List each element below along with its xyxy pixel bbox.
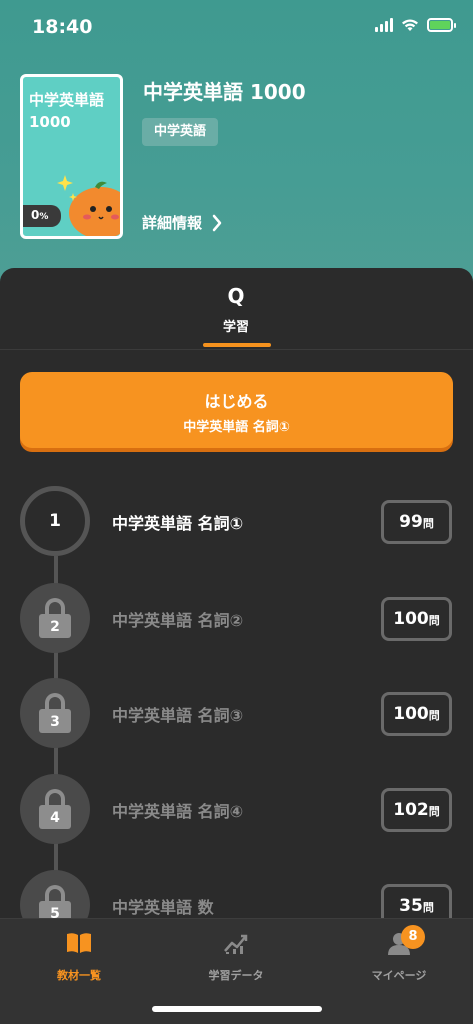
- orange-mascot-icon: [57, 175, 120, 236]
- lesson-title: 中学英単語 名詞③: [112, 706, 244, 725]
- lesson-node-locked: 4: [20, 774, 90, 844]
- cover-title: 中学英単語: [29, 91, 105, 109]
- progress-badge: 0%: [23, 205, 61, 227]
- detail-link-label: 詳細情報: [142, 214, 203, 232]
- wifi-icon: [402, 19, 418, 31]
- question-count: 100問: [381, 597, 452, 641]
- nav-label: 教材一覧: [57, 969, 101, 982]
- status-time: 18:40: [32, 16, 93, 38]
- detail-link[interactable]: 詳細情報: [142, 212, 222, 233]
- question-count: 99問: [381, 500, 452, 544]
- lesson-item-2[interactable]: 2 中学英単語 名詞② 100問: [0, 583, 473, 653]
- question-count: 102問: [381, 788, 452, 832]
- lesson-item-3[interactable]: 3 中学英単語 名詞③ 100問: [0, 678, 473, 748]
- tab-study[interactable]: Q 学習: [186, 284, 286, 350]
- lock-icon: 3: [39, 693, 71, 733]
- nav-item-mypage[interactable]: 8 マイページ: [339, 925, 459, 983]
- start-button-sublabel: 中学英単語 名詞①: [183, 420, 290, 435]
- tab-underline: [203, 343, 271, 347]
- book-title: 中学英単語 1000: [143, 80, 306, 104]
- notification-badge: 8: [401, 925, 425, 949]
- book-header: 18:40 中学英単語 1000 0% 中学英単語 1000 中学英語 詳細情報: [0, 0, 473, 300]
- nav-label: 学習データ: [208, 969, 264, 982]
- home-indicator: [152, 1006, 322, 1012]
- question-count: 100問: [381, 692, 452, 736]
- lesson-title: 中学英単語 名詞①: [112, 514, 244, 533]
- status-bar: 18:40: [0, 0, 473, 56]
- lesson-node-current: 1: [20, 486, 90, 556]
- signal-icon: [375, 18, 393, 32]
- lesson-item-1[interactable]: 1 中学英単語 名詞① 99問: [0, 486, 473, 556]
- q-icon: Q: [227, 284, 245, 308]
- lesson-node-locked: 2: [20, 583, 90, 653]
- nav-label: マイページ: [371, 969, 427, 982]
- lesson-title: 中学英単語 名詞②: [112, 611, 244, 630]
- lesson-title: 中学英単語 名詞④: [112, 802, 244, 821]
- lesson-node-locked: 3: [20, 678, 90, 748]
- nav-item-materials[interactable]: 教材一覧: [19, 931, 139, 983]
- study-sheet: Q 学習 はじめる 中学英単語 名詞① 1 中学英単語 名詞① 99問 2 中学…: [0, 268, 473, 1024]
- lesson-title: 中学英単語 数: [112, 898, 214, 917]
- divider: [0, 349, 473, 350]
- lock-icon: 4: [39, 789, 71, 829]
- chevron-right-icon: [212, 214, 222, 231]
- book-cover[interactable]: 中学英単語 1000 0%: [20, 74, 123, 239]
- cover-subtitle: 1000: [29, 113, 71, 131]
- book-tag: 中学英語: [142, 118, 219, 146]
- status-icons: [375, 18, 456, 32]
- tab-study-label: 学習: [222, 320, 249, 335]
- start-button-label: はじめる: [204, 392, 269, 411]
- lock-icon: 2: [39, 598, 71, 638]
- chart-icon: [224, 934, 248, 954]
- lesson-item-4[interactable]: 4 中学英単語 名詞④ 102問: [0, 774, 473, 844]
- start-button[interactable]: はじめる 中学英単語 名詞①: [20, 372, 453, 448]
- battery-icon: [427, 18, 456, 32]
- book-icon: [67, 933, 91, 953]
- nav-item-study-data[interactable]: 学習データ: [176, 931, 296, 983]
